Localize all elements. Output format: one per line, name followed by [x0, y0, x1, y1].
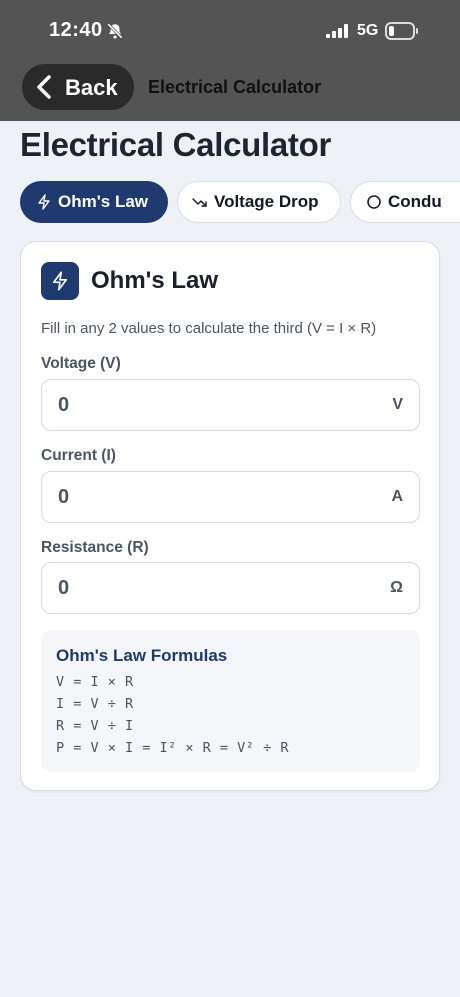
resistance-input[interactable]: 0	[58, 577, 358, 600]
status-time: 12:40	[49, 19, 103, 41]
resistance-unit: Ω	[390, 579, 403, 596]
ohms-law-card: Ohm's Law Fill in any 2 values to calcul…	[20, 241, 440, 791]
trend-down-icon	[192, 198, 207, 207]
current-unit: A	[391, 488, 403, 505]
status-bar: 12:40 5G	[0, 0, 460, 62]
page-title: Electrical Calculator	[20, 126, 332, 163]
formula-line: R = V ÷ I	[56, 718, 134, 734]
formula-line: P = V × I = I² × R = V² ÷ R	[56, 740, 289, 756]
calculator-tabs: Ohm's Law Voltage Drop Condu	[20, 181, 460, 223]
battery-icon	[385, 22, 418, 40]
formula-line: V = I × R	[56, 674, 134, 690]
voltage-label: Voltage (V)	[41, 355, 121, 372]
formula-line: I = V ÷ R	[56, 696, 134, 712]
voltage-input[interactable]: 0	[58, 394, 358, 417]
current-input[interactable]: 0	[58, 486, 358, 509]
lightning-icon	[38, 194, 50, 210]
card-description: Fill in any 2 values to calculate the th…	[41, 320, 377, 337]
tab-conductor[interactable]: Condu	[350, 181, 460, 223]
voltage-field[interactable]: 0 V	[41, 379, 420, 431]
card-icon-badge	[41, 262, 79, 300]
lightning-icon	[52, 271, 68, 291]
tab-voltage-drop[interactable]: Voltage Drop	[177, 181, 341, 223]
formulas-box: Ohm's Law Formulas V = I × R I = V ÷ R R…	[41, 630, 420, 772]
signal-icon	[326, 24, 348, 38]
card-title: Ohm's Law	[91, 267, 219, 294]
tab-label: Ohm's Law	[58, 192, 149, 211]
voltage-unit: V	[392, 396, 403, 413]
top-bar: 12:40 5G Back Electrical Calculator	[0, 0, 460, 121]
tab-label: Voltage Drop	[214, 192, 319, 211]
resistance-label: Resistance (R)	[41, 539, 149, 556]
network-type: 5G	[357, 22, 379, 39]
back-button[interactable]: Back	[22, 64, 134, 110]
bell-slash-icon	[107, 23, 123, 39]
formulas-title: Ohm's Law Formulas	[56, 646, 228, 665]
current-field[interactable]: 0 A	[41, 471, 420, 523]
current-label: Current (I)	[41, 447, 116, 464]
tab-ohms-law[interactable]: Ohm's Law	[20, 181, 168, 223]
chevron-left-icon	[37, 75, 51, 99]
resistance-field[interactable]: 0 Ω	[41, 562, 420, 614]
tab-label: Condu	[388, 192, 442, 211]
back-button-label: Back	[65, 75, 118, 100]
circle-icon	[367, 195, 381, 209]
nav-title: Electrical Calculator	[148, 77, 322, 97]
